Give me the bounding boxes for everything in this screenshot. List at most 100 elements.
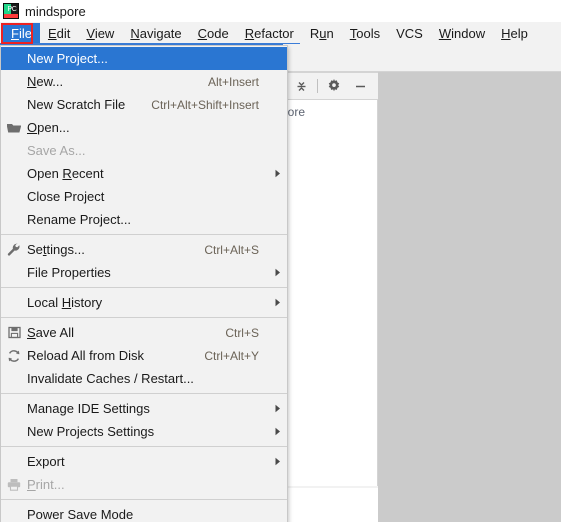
menu-item-open[interactable]: Open... [1,116,287,139]
menu-item-settings[interactable]: Settings... Ctrl+Alt+S [1,238,287,261]
editor-area [378,72,561,486]
menu-item-print: Print... [1,473,287,496]
menu-item-icon-slot [1,503,27,522]
menu-item-label: Open... [27,120,70,135]
menu-item-shortcut: Ctrl+S [225,325,259,340]
menu-item-open-recent[interactable]: Open Recent [1,162,287,185]
menubar-item-code[interactable]: Code [190,23,237,43]
menubar-item-vcs[interactable]: VCS [388,23,431,43]
menu-item-manage-ide-settings[interactable]: Manage IDE Settings [1,397,287,420]
minimize-icon[interactable] [348,75,372,97]
menu-item-shortcut: Ctrl+Alt+Y [204,348,259,363]
menu-item-label: Settings... [27,242,85,257]
menu-item-label: New... [27,74,64,89]
menu-item-icon-slot [1,139,27,162]
menubar-item-run[interactable]: Run [302,23,342,43]
reload-icon [1,344,27,367]
project-tree-pane[interactable]: pore [281,100,378,486]
menubar-item-label: Code [197,25,229,41]
menu-item-icon-slot [1,208,27,231]
menu-item-label: Save All [27,325,74,340]
menu-separator [1,499,287,500]
menu-item-icon-slot [1,185,27,208]
collapse-all-icon[interactable] [289,75,313,97]
menu-item-local-history[interactable]: Local History [1,291,287,314]
menu-item-shortcut: Ctrl+Alt+S [204,242,259,257]
submenu-arrow-icon [269,457,287,466]
menubar-item-edit[interactable]: Edit [40,23,78,43]
menu-item-icon-slot [1,291,27,314]
menu-item-close-project[interactable]: Close Project [1,185,287,208]
menu-item-invalidate-caches-restart[interactable]: Invalidate Caches / Restart... [1,367,287,390]
menubar-item-label: File [11,25,32,41]
menu-separator [1,393,287,394]
menu-item-power-save-mode[interactable]: Power Save Mode [1,503,287,522]
menubar-item-label: View [86,25,115,41]
menu-item-file-properties[interactable]: File Properties [1,261,287,284]
menubar-item-refactor[interactable]: Refactor [237,23,302,43]
save-icon [1,321,27,344]
title-bar: PC mindspore [0,0,561,22]
menu-item-icon-slot [1,70,27,93]
submenu-arrow-icon [269,404,287,413]
menu-item-label: Open Recent [27,166,104,181]
menubar-item-label: Window [438,25,486,41]
printer-icon [1,473,27,496]
menu-item-icon-slot [1,261,27,284]
menubar-item-view[interactable]: View [78,23,122,43]
menu-item-icon-slot [1,93,27,116]
menu-item-icon-slot [1,367,27,390]
menu-item-label: Save As... [27,143,86,158]
menu-item-save-all[interactable]: Save All Ctrl+S [1,321,287,344]
menu-bar: File Edit View Navigate Code Refactor Run Tools… [0,22,561,44]
menubar-item-tools[interactable]: Tools [342,23,388,43]
menu-item-label: Power Save Mode [27,507,134,522]
menu-item-icon-slot [1,47,27,70]
menu-item-shortcut: Alt+Insert [207,74,259,89]
menu-item-new-scratch-file[interactable]: New Scratch File Ctrl+Alt+Shift+Insert [1,93,287,116]
menu-item-icon-slot [1,450,27,473]
menu-item-new-project[interactable]: New Project... [1,47,287,70]
menubar-item-file[interactable]: File [3,23,40,43]
menubar-item-label: Run [309,25,334,41]
submenu-arrow-icon [269,268,287,277]
menubar-item-label: VCS [396,25,423,41]
menu-item-label: Print... [27,477,65,492]
pycharm-logo-icon: PC [3,3,19,19]
menu-item-label: File Properties [27,265,111,280]
folder-icon [1,116,27,139]
file-menu-dropdown[interactable]: New Project... New... Alt+Insert New Scratc… [0,45,288,522]
menubar-item-label: Help [501,25,528,41]
menu-item-reload-all-from-disk[interactable]: Reload All from Disk Ctrl+Alt+Y [1,344,287,367]
submenu-arrow-icon [269,427,287,436]
menu-item-label: Export [27,454,65,469]
menu-item-label: Rename Project... [27,212,132,227]
menu-item-new[interactable]: New... Alt+Insert [1,70,287,93]
gear-icon[interactable] [322,75,346,97]
menu-item-label: New Project... [27,51,108,66]
menubar-item-navigate[interactable]: Navigate [122,23,189,43]
menu-item-label: Close Project [27,189,105,204]
menu-item-shortcut: Ctrl+Alt+Shift+Insert [151,97,259,112]
menu-separator [1,317,287,318]
menubar-item-label: Refactor [244,25,294,41]
menu-separator [1,446,287,447]
menu-item-label: Reload All from Disk [27,348,145,363]
pycharm-window: PC mindspore File Edit View Navigate Code Ref… [0,0,561,522]
window-title: mindspore [25,3,86,19]
menu-item-icon-slot [1,420,27,443]
menu-item-label: New Projects Settings [27,424,155,439]
menu-item-export[interactable]: Export [1,450,287,473]
menu-separator [1,287,287,288]
menu-separator [1,234,287,235]
menubar-item-window[interactable]: Window [431,23,493,43]
menu-item-save-as: Save As... [1,139,287,162]
menu-item-label: Manage IDE Settings [27,401,150,416]
project-toolwindow-header [283,72,378,100]
toolbar-strip [283,44,561,72]
wrench-icon [1,238,27,261]
menu-item-rename-project[interactable]: Rename Project... [1,208,287,231]
menubar-item-label: Edit [47,25,71,41]
menubar-item-help[interactable]: Help [493,23,536,43]
menu-item-new-projects-settings[interactable]: New Projects Settings [1,420,287,443]
